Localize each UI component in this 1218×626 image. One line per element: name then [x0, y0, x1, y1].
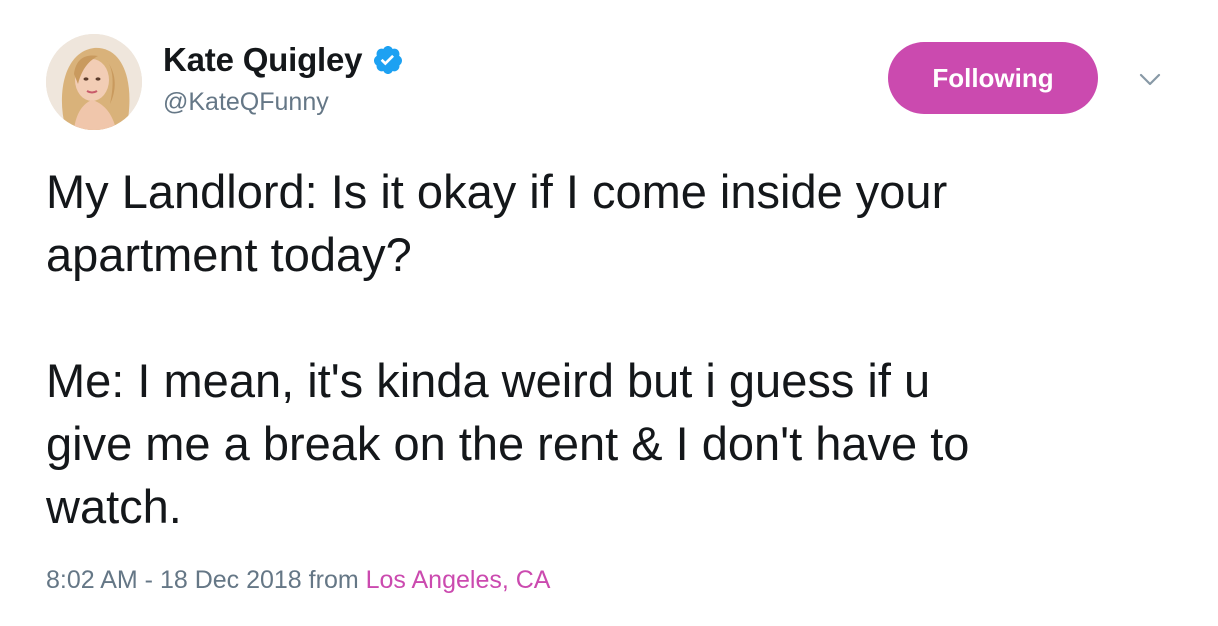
tweet-text: My Landlord: Is it okay if I come inside… [46, 165, 970, 533]
tweet-meta: 8:02 AM - 18 Dec 2018 from Los Angeles, … [46, 566, 550, 595]
avatar[interactable] [46, 34, 142, 130]
name-row: Kate Quigley [163, 38, 404, 82]
from-label: from [308, 566, 359, 594]
following-button[interactable]: Following [888, 42, 1098, 114]
display-name[interactable]: Kate Quigley [163, 41, 363, 79]
user-handle[interactable]: @KateQFunny [163, 88, 329, 117]
location-link[interactable]: Los Angeles, CA [366, 566, 551, 594]
tweet-card: Kate Quigley @KateQFunny Following My La… [0, 0, 1218, 626]
chevron-down-icon[interactable] [1138, 68, 1162, 92]
tweet-timestamp[interactable]: 8:02 AM - 18 Dec 2018 [46, 566, 302, 594]
avatar-image [46, 34, 142, 130]
verified-badge-icon [372, 44, 404, 76]
